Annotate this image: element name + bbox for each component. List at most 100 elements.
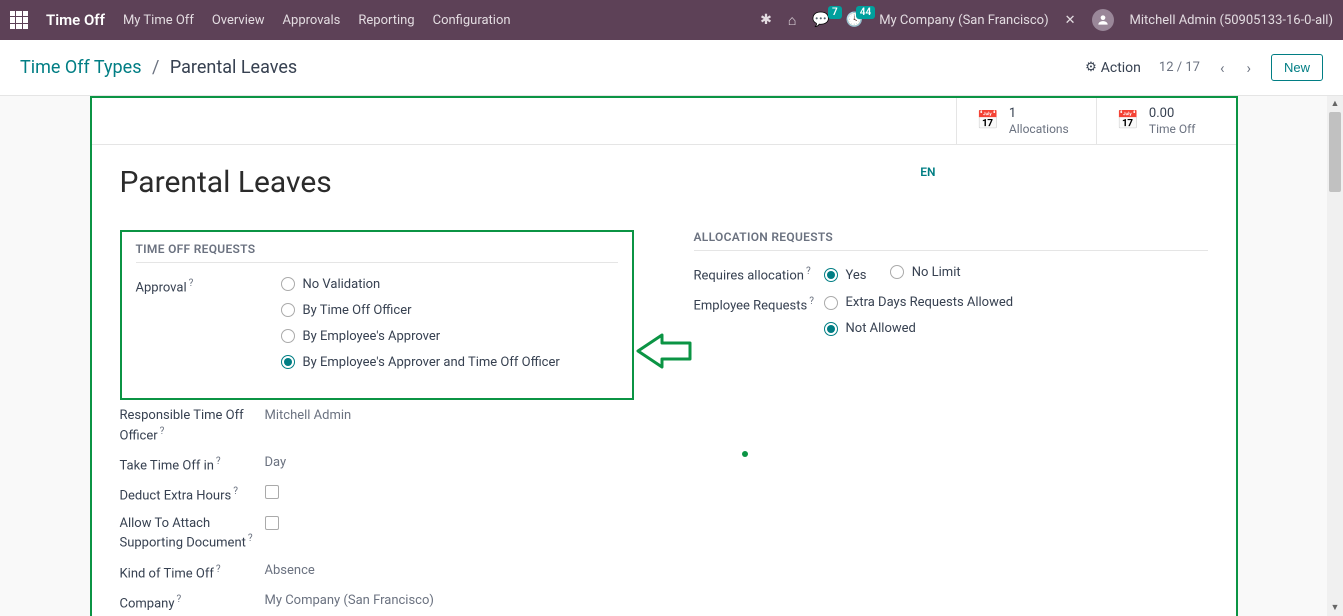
vertical-scrollbar[interactable]: ▲ ▼ — [1327, 96, 1343, 616]
topnav-right: ✱ ⌂ 💬7 🕓44 My Company (San Francisco) ✕ … — [760, 9, 1333, 31]
pager-display[interactable]: 12 / 17 — [1159, 60, 1200, 75]
requires-allocation-field: Requires allocation? Yes No Limit — [694, 265, 1208, 285]
annotation-dot — [742, 451, 748, 457]
pager-prev[interactable]: ‹ — [1218, 59, 1227, 77]
approval-opt-both[interactable]: By Employee's Approver and Time Off Offi… — [281, 355, 618, 370]
help-icon[interactable]: ? — [216, 456, 221, 467]
take-in-label: Take Time Off in? — [120, 455, 265, 475]
pager-next[interactable]: › — [1244, 59, 1253, 77]
scroll-up-icon[interactable]: ▲ — [1327, 96, 1343, 112]
calendar-icon: 📅 — [977, 110, 999, 131]
company-value[interactable]: My Company (San Francisco) — [265, 593, 634, 608]
top-navbar: Time Off My Time Off Overview Approvals … — [0, 0, 1343, 40]
form-title[interactable]: Parental Leaves — [120, 165, 1208, 200]
allocation-requests-heading: ALLOCATION REQUESTS — [694, 230, 1208, 251]
time-off-requests-section: TIME OFF REQUESTS Approval? No Validatio… — [120, 230, 634, 400]
empreq-opt-notallowed[interactable]: Not Allowed — [824, 321, 1208, 336]
responsible-label: Responsible Time Off Officer? — [120, 408, 265, 445]
company-switcher[interactable]: My Company (San Francisco) — [879, 13, 1048, 28]
left-column: TIME OFF REQUESTS Approval? No Validatio… — [120, 230, 634, 616]
topnav-left: Time Off My Time Off Overview Approvals … — [10, 11, 511, 29]
help-icon[interactable]: ? — [806, 266, 811, 277]
help-icon[interactable]: ? — [233, 486, 238, 497]
scroll-down-icon[interactable]: ▼ — [1327, 600, 1343, 616]
nav-configuration[interactable]: Configuration — [433, 13, 511, 28]
kind-field: Kind of Time Off? Absence — [120, 563, 634, 583]
app-title[interactable]: Time Off — [46, 11, 105, 29]
stat-timeoff[interactable]: 📅 0.00 Time Off — [1096, 98, 1236, 144]
new-button[interactable]: New — [1271, 54, 1323, 81]
form-card: 📅 1 Allocations 📅 0.00 Time Off EN Paren… — [90, 96, 1238, 616]
annotation-arrow-icon — [632, 331, 692, 371]
nav-my-time-off[interactable]: My Time Off — [123, 13, 194, 28]
requires-opt-yes[interactable]: Yes — [824, 268, 867, 283]
breadcrumb-bar: Time Off Types / Parental Leaves ⚙ Actio… — [0, 40, 1343, 96]
breadcrumb-parent[interactable]: Time Off Types — [20, 57, 142, 78]
form-body: EN Parental Leaves TIME OFF REQUESTS App… — [92, 145, 1236, 616]
stat-allocations[interactable]: 📅 1 Allocations — [956, 98, 1096, 144]
action-label: Action — [1101, 60, 1141, 76]
take-in-value[interactable]: Day — [265, 455, 634, 470]
help-icon[interactable]: ? — [809, 296, 814, 307]
stat-allocations-lbl: Allocations — [1009, 122, 1069, 136]
stat-timeoff-val: 0.00 — [1149, 106, 1196, 122]
time-off-requests-heading: TIME OFF REQUESTS — [136, 242, 618, 263]
breadcrumb-current: Parental Leaves — [170, 57, 297, 78]
activity-badge: 44 — [856, 6, 875, 19]
take-in-field: Take Time Off in? Day — [120, 455, 634, 475]
approval-opt-no-validation[interactable]: No Validation — [281, 277, 618, 292]
right-column: ALLOCATION REQUESTS Requires allocation?… — [694, 230, 1208, 616]
help-icon[interactable]: ? — [176, 594, 181, 605]
attach-field: Allow To Attach Supporting Document? — [120, 516, 634, 553]
approval-opt-officer[interactable]: By Time Off Officer — [281, 303, 618, 318]
employee-requests-field: Employee Requests? Extra Days Requests A… — [694, 295, 1208, 336]
deduct-label: Deduct Extra Hours? — [120, 485, 265, 505]
activity-icon[interactable]: 🕓44 — [846, 12, 863, 28]
chat-badge: 7 — [828, 6, 842, 19]
help-icon[interactable]: ? — [160, 426, 165, 437]
stat-buttons: 📅 1 Allocations 📅 0.00 Time Off — [92, 98, 1236, 145]
help-icon[interactable]: ? — [189, 278, 194, 289]
breadcrumb: Time Off Types / Parental Leaves — [20, 57, 297, 78]
stat-timeoff-lbl: Time Off — [1149, 122, 1196, 136]
stat-allocations-val: 1 — [1009, 106, 1069, 122]
kind-value[interactable]: Absence — [265, 563, 634, 578]
chat-icon[interactable]: 💬7 — [812, 12, 829, 28]
nav-overview[interactable]: Overview — [212, 13, 265, 28]
help-icon[interactable]: ? — [216, 564, 221, 575]
approval-radio-group: No Validation By Time Off Officer By Emp… — [281, 277, 618, 370]
company-label: Company? — [120, 593, 265, 613]
attach-checkbox[interactable] — [265, 516, 279, 530]
employee-requests-label: Employee Requests? — [694, 295, 824, 315]
wifi-icon[interactable]: ⌂ — [788, 12, 796, 29]
breadcrumb-sep: / — [152, 57, 159, 78]
user-avatar-icon[interactable] — [1092, 9, 1114, 31]
deduct-checkbox[interactable] — [265, 485, 279, 499]
calendar-icon: 📅 — [1117, 110, 1139, 131]
form-scroll-area: 📅 1 Allocations 📅 0.00 Time Off EN Paren… — [0, 96, 1327, 616]
responsible-value[interactable]: Mitchell Admin — [265, 408, 634, 423]
kind-label: Kind of Time Off? — [120, 563, 265, 583]
approval-field: Approval? No Validation By Time Off Offi… — [136, 277, 618, 370]
attach-label: Allow To Attach Supporting Document? — [120, 516, 265, 553]
action-menu[interactable]: ⚙ Action — [1085, 60, 1141, 76]
language-badge[interactable]: EN — [920, 165, 935, 179]
approval-label: Approval? — [136, 277, 281, 297]
company-field: Company? My Company (San Francisco) — [120, 593, 634, 613]
help-icon[interactable]: ? — [248, 533, 253, 544]
nav-approvals[interactable]: Approvals — [283, 13, 341, 28]
requires-allocation-label: Requires allocation? — [694, 265, 824, 285]
empreq-opt-extra[interactable]: Extra Days Requests Allowed — [824, 295, 1208, 310]
approval-opt-approver[interactable]: By Employee's Approver — [281, 329, 618, 344]
deduct-field: Deduct Extra Hours? — [120, 485, 634, 505]
tools-icon[interactable]: ✕ — [1065, 13, 1076, 28]
bug-icon[interactable]: ✱ — [760, 12, 772, 28]
nav-reporting[interactable]: Reporting — [358, 13, 414, 28]
scrollbar-thumb[interactable] — [1329, 112, 1341, 192]
user-name[interactable]: Mitchell Admin (50905133-16-0-all) — [1130, 13, 1333, 28]
breadcrumb-right: ⚙ Action 12 / 17 ‹ › New — [1085, 54, 1323, 81]
apps-launcher-icon[interactable] — [10, 11, 28, 29]
gear-icon: ⚙ — [1085, 60, 1097, 75]
requires-opt-nolimit[interactable]: No Limit — [890, 265, 961, 280]
responsible-field: Responsible Time Off Officer? Mitchell A… — [120, 408, 634, 445]
